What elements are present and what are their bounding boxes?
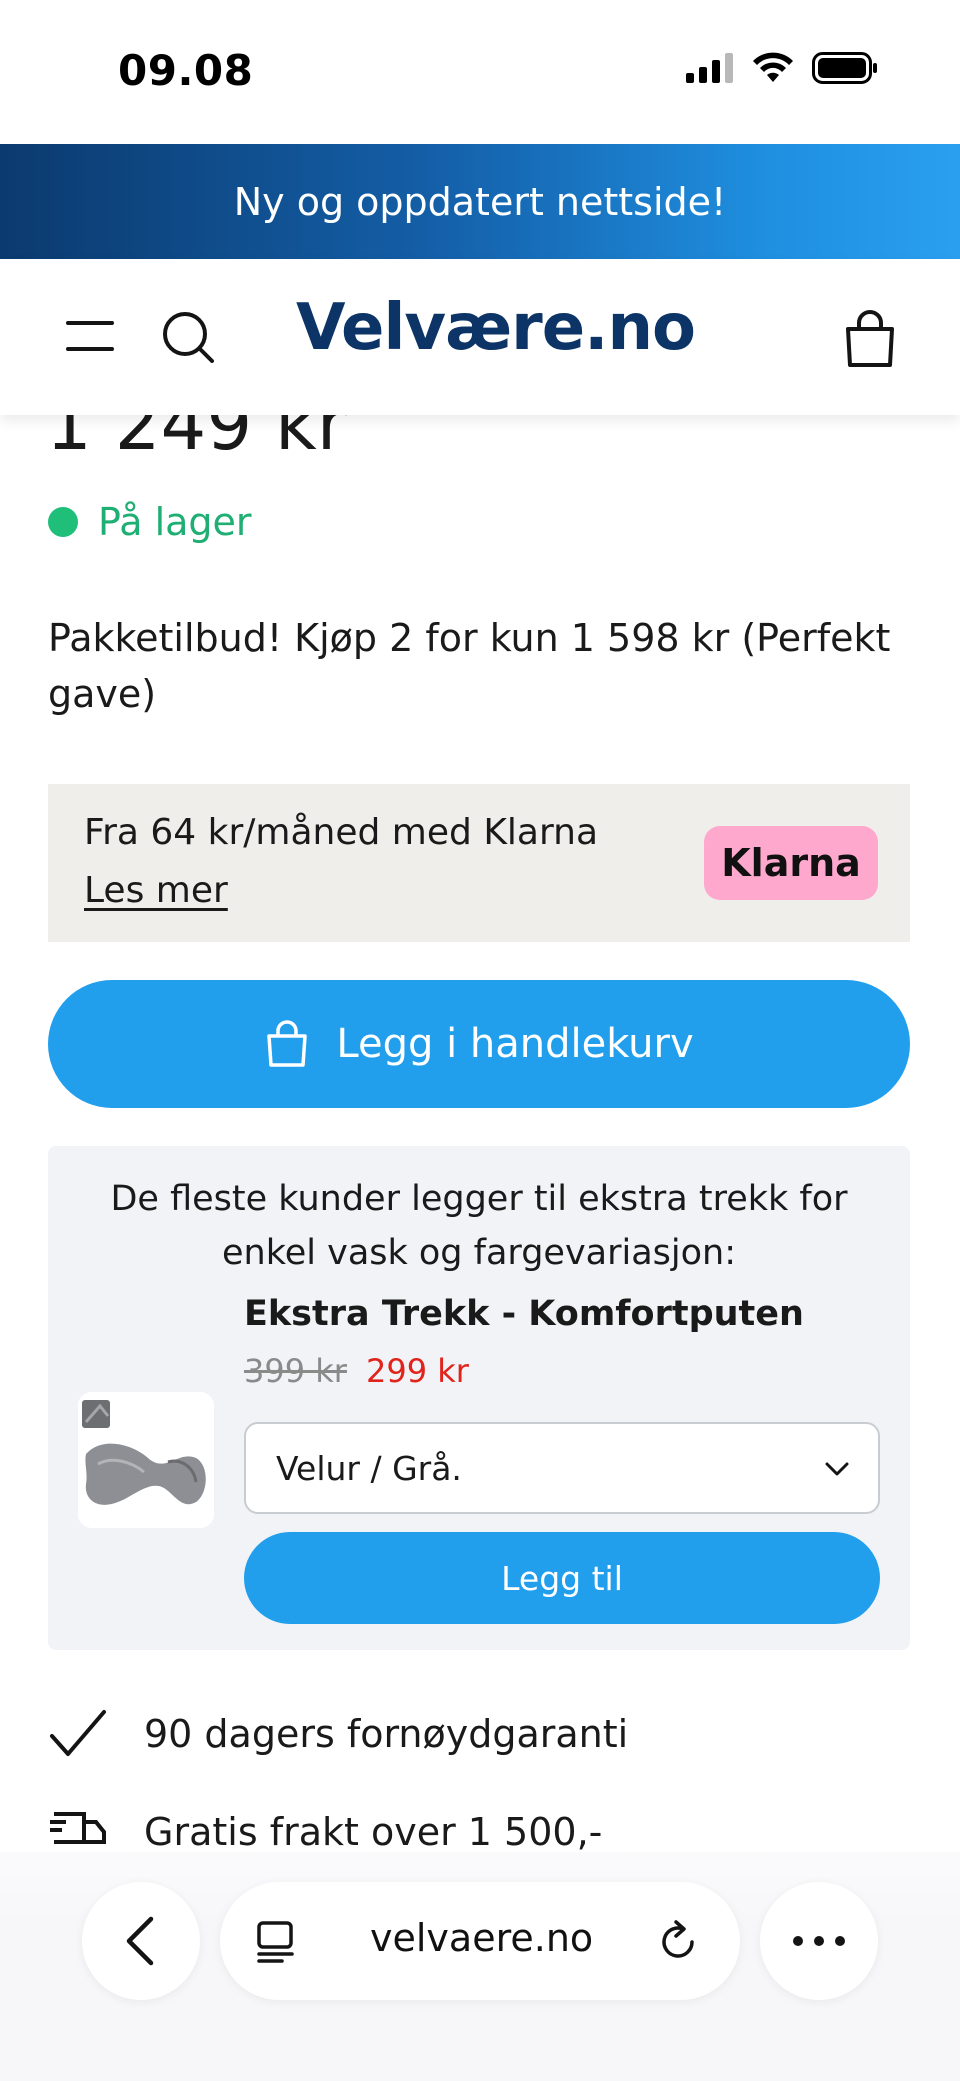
upsell-product-image[interactable] <box>78 1392 214 1528</box>
stock-status: På lager <box>48 500 252 544</box>
add-to-cart-button[interactable]: Legg i handlekurv <box>48 980 910 1108</box>
stock-indicator-dot <box>48 507 78 537</box>
bundle-offer-text: Pakketilbud! Kjøp 2 for kun 1 598 kr (Pe… <box>48 616 891 716</box>
upsell-add-label: Legg til <box>501 1558 623 1598</box>
usp-item: 90 dagers fornøydgaranti <box>48 1708 628 1760</box>
checkmark-icon <box>50 1710 106 1756</box>
upsell-product-title[interactable]: Ekstra Trekk - Komfortputen <box>244 1294 804 1334</box>
variant-selected-value: Velur / Grå. <box>276 1448 462 1488</box>
announcement-text: Ny og oppdatert nettside! <box>233 179 727 224</box>
chevron-left-icon <box>126 1916 154 1966</box>
add-to-cart-label: Legg i handlekurv <box>336 1021 694 1067</box>
usp-text: 90 dagers fornøydgaranti <box>144 1712 629 1756</box>
upsell-add-button[interactable]: Legg til <box>244 1532 880 1624</box>
more-dots-icon <box>793 1936 845 1946</box>
site-header: Velvære.no <box>0 259 960 415</box>
delivery-truck-icon <box>50 1812 106 1844</box>
status-bar: 09.08 <box>0 0 960 144</box>
more-options-button[interactable] <box>760 1882 878 2000</box>
chevron-down-icon <box>825 1462 849 1476</box>
stock-status-text: På lager <box>98 500 252 544</box>
klarna-logo: Klarna <box>704 826 878 900</box>
url-text: velvaere.no <box>370 1916 594 1960</box>
status-time: 09.08 <box>118 46 254 95</box>
menu-button[interactable] <box>62 311 118 361</box>
upsell-sale-price: 299 kr <box>366 1352 469 1390</box>
battery-icon <box>812 52 877 84</box>
page: 09.08 Ny og oppdatert nettside! Velvære.… <box>0 0 960 2081</box>
hamburger-menu-icon <box>66 321 114 351</box>
address-bar[interactable]: velvaere.no <box>220 1882 740 2000</box>
upsell-original-price: 399 kr <box>244 1352 347 1390</box>
upsell-card: De fleste kunder legger til ekstra trekk… <box>48 1146 910 1650</box>
site-logo[interactable]: Velvære.no <box>296 291 696 365</box>
search-button[interactable] <box>160 309 218 367</box>
usp-text: Gratis frakt over 1 500,- <box>144 1810 603 1854</box>
klarna-read-more-link[interactable]: Les mer <box>84 870 228 911</box>
pillow-cover-image <box>78 1392 214 1528</box>
reload-icon[interactable] <box>656 1920 700 1964</box>
upsell-heading: De fleste kunder legger til ekstra trekk… <box>110 1179 848 1273</box>
variant-select[interactable]: Velur / Grå. <box>244 1422 880 1514</box>
cellular-signal-icon <box>686 53 733 83</box>
browser-toolbar: velvaere.no <box>0 1852 960 2081</box>
klarna-box: Fra 64 kr/måned med Klarna Les mer Klarn… <box>48 784 910 942</box>
shopping-bag-icon <box>267 1020 308 1067</box>
cart-button[interactable] <box>842 309 898 369</box>
klarna-installment-text: Fra 64 kr/måned med Klarna <box>84 812 599 853</box>
shopping-bag-icon <box>846 310 894 367</box>
announcement-banner[interactable]: Ny og oppdatert nettside! <box>0 144 960 259</box>
search-icon <box>163 312 214 363</box>
page-menu-icon <box>257 1921 294 1963</box>
browser-back-button[interactable] <box>82 1882 200 2000</box>
wifi-icon <box>753 52 793 82</box>
usp-item: Gratis frakt over 1 500,- <box>48 1806 602 1858</box>
status-icons <box>686 52 878 84</box>
